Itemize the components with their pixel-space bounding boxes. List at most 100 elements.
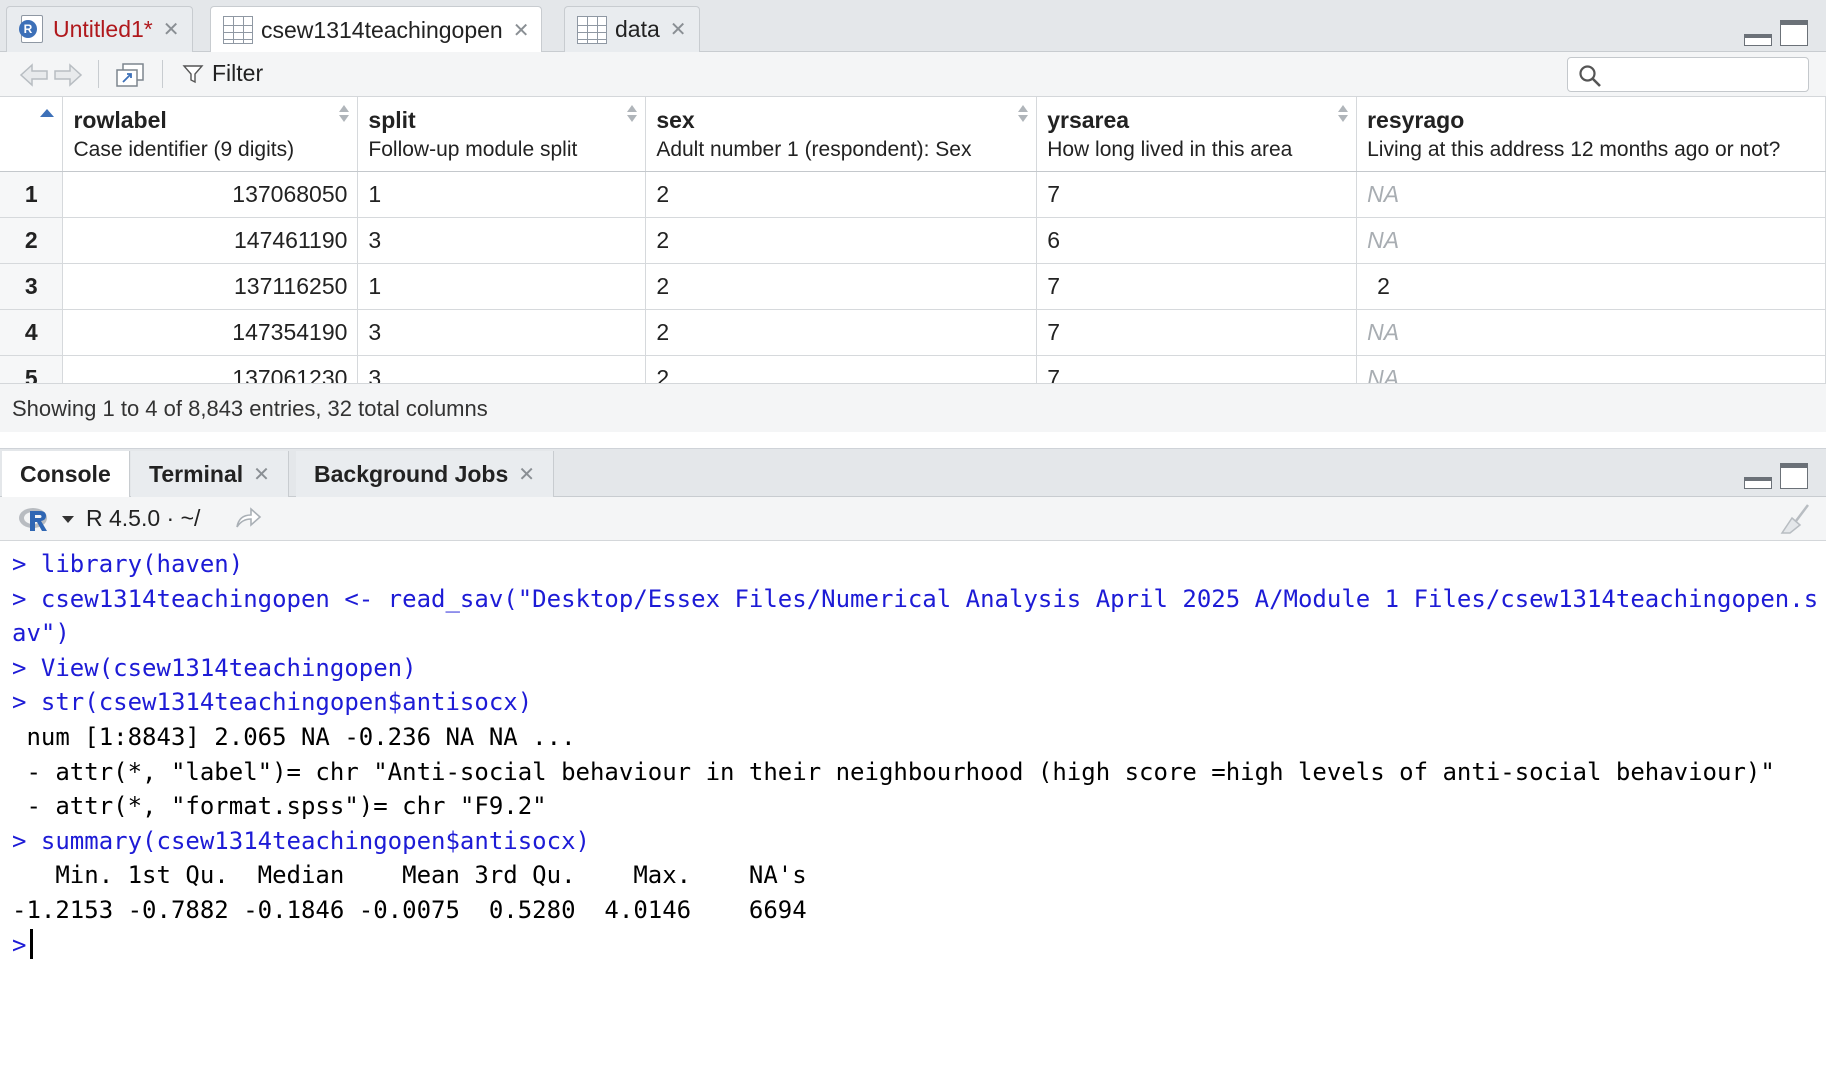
row-number-header[interactable] xyxy=(0,97,64,172)
column-label: Adult number 1 (respondent): Sex xyxy=(656,138,972,161)
cell-resyrago[interactable]: NA xyxy=(1356,309,1826,356)
close-icon[interactable]: ✕ xyxy=(163,17,180,42)
funnel-icon xyxy=(182,64,204,83)
show-in-new-window-icon[interactable] xyxy=(115,62,145,88)
filter-label: Filter xyxy=(212,60,264,86)
console-info-bar: R 4.5.0 · ~/ xyxy=(0,497,1826,541)
cell-resyrago[interactable]: NA xyxy=(1356,171,1826,218)
column-label: How long lived in this area xyxy=(1047,138,1293,161)
row-number: 1 xyxy=(0,171,64,218)
cell-sex[interactable]: 2 xyxy=(645,217,1038,264)
cell-rowlabel[interactable]: 137068050 xyxy=(62,171,359,218)
cell-yrsarea[interactable]: 7 xyxy=(1036,171,1358,218)
column-name: resyrago xyxy=(1367,107,1465,133)
console-line: - attr(*, "label")= chr "Anti-social beh… xyxy=(12,757,1775,786)
pane-window-controls xyxy=(1744,463,1808,489)
maximize-pane-icon[interactable] xyxy=(1780,463,1808,489)
cell-sex[interactable]: 2 xyxy=(645,171,1038,218)
sort-icon[interactable] xyxy=(627,105,638,123)
data-table: rowlabel Case identifier (9 digits) spli… xyxy=(0,97,1826,383)
cell-split[interactable]: 1 xyxy=(357,263,647,310)
data-viewer-pane: R Untitled1* ✕ csew1314teachingopen ✕ da… xyxy=(0,0,1826,432)
cell-yrsarea[interactable]: 7 xyxy=(1036,263,1358,310)
go-to-directory-icon[interactable] xyxy=(234,505,262,531)
column-header-rowlabel[interactable]: rowlabel Case identifier (9 digits) xyxy=(62,97,359,172)
tab-terminal[interactable]: Terminal ✕ xyxy=(131,451,289,497)
console-line: av") xyxy=(12,619,70,648)
cell-resyrago[interactable]: NA xyxy=(1356,217,1826,264)
console-line: > csew1314teachingopen <- read_sav("Desk… xyxy=(12,584,1819,613)
table-row: 1 137068050 1 2 7 NA xyxy=(0,171,1826,218)
cell-sex[interactable]: 2 xyxy=(645,263,1038,310)
sort-icon[interactable] xyxy=(1338,105,1349,123)
forward-arrow-icon[interactable] xyxy=(52,62,84,88)
cell-split[interactable]: 3 xyxy=(357,217,647,264)
minimize-pane-icon[interactable] xyxy=(1744,477,1772,489)
column-name: split xyxy=(368,107,416,133)
close-icon[interactable]: ✕ xyxy=(253,462,270,487)
column-header-yrsarea[interactable]: yrsarea How long lived in this area xyxy=(1036,97,1358,172)
sort-icon[interactable] xyxy=(339,105,350,123)
sort-icon[interactable] xyxy=(1018,105,1029,123)
row-number: 5 xyxy=(0,355,64,383)
cell-resyrago[interactable]: NA xyxy=(1356,355,1826,383)
search-box[interactable] xyxy=(1567,57,1809,92)
search-icon xyxy=(1579,65,1601,87)
console-line: > View(csew1314teachingopen) xyxy=(12,653,417,682)
close-icon[interactable]: ✕ xyxy=(513,18,530,43)
data-grid-icon xyxy=(223,16,253,44)
r-logo-icon[interactable] xyxy=(18,505,52,533)
cell-sex[interactable]: 2 xyxy=(645,355,1038,383)
close-icon[interactable]: ✕ xyxy=(518,462,535,487)
table-row: 4 147354190 3 2 7 NA xyxy=(0,309,1826,356)
minimize-pane-icon[interactable] xyxy=(1744,34,1772,46)
cell-rowlabel[interactable]: 147354190 xyxy=(62,309,359,356)
r-version-path: R 4.5.0 · ~/ xyxy=(86,505,201,531)
editor-tab-bar: R Untitled1* ✕ csew1314teachingopen ✕ da… xyxy=(0,0,1826,53)
cell-yrsarea[interactable]: 6 xyxy=(1036,217,1358,264)
column-label: Case identifier (9 digits) xyxy=(73,138,295,161)
console-prompt: > xyxy=(12,930,27,959)
column-label: Follow-up module split xyxy=(368,138,578,161)
cell-resyrago[interactable]: 2 xyxy=(1356,263,1826,310)
cell-rowlabel[interactable]: 147461190 xyxy=(62,217,359,264)
cell-split[interactable]: 3 xyxy=(357,309,647,356)
cell-split[interactable]: 3 xyxy=(357,355,647,383)
clear-console-icon[interactable] xyxy=(1778,503,1814,535)
column-name: rowlabel xyxy=(73,107,167,133)
console-line: num [1:8843] 2.065 NA -0.236 NA NA ... xyxy=(12,722,576,751)
column-header-sex[interactable]: sex Adult number 1 (respondent): Sex xyxy=(645,97,1038,172)
filter-button[interactable]: Filter xyxy=(182,60,263,87)
console-output[interactable]: > library(haven) > csew1314teachingopen … xyxy=(0,541,1826,1081)
column-header-split[interactable]: split Follow-up module split xyxy=(357,97,647,172)
column-label: Living at this address 12 months ago or … xyxy=(1367,138,1781,161)
tab-background-jobs[interactable]: Background Jobs ✕ xyxy=(296,451,555,497)
tab-title: Untitled1* xyxy=(53,16,153,42)
column-header-resyrago[interactable]: resyrago Living at this address 12 month… xyxy=(1356,97,1826,172)
history-nav xyxy=(18,62,84,88)
cell-rowlabel[interactable]: 137116250 xyxy=(62,263,359,310)
text-cursor xyxy=(30,928,34,959)
toolbar-separator xyxy=(98,60,99,88)
chevron-down-icon[interactable] xyxy=(62,516,74,523)
console-line: > library(haven) xyxy=(12,550,244,578)
cell-split[interactable]: 1 xyxy=(357,171,647,218)
tab-title: Console xyxy=(20,460,111,487)
tab-console[interactable]: Console xyxy=(2,451,130,497)
tab-untitled1[interactable]: R Untitled1* ✕ xyxy=(6,6,193,52)
cell-sex[interactable]: 2 xyxy=(645,309,1038,356)
maximize-pane-icon[interactable] xyxy=(1780,20,1808,46)
cell-yrsarea[interactable]: 7 xyxy=(1036,309,1358,356)
back-arrow-icon[interactable] xyxy=(18,62,50,88)
table-row: 3 137116250 1 2 7 2 xyxy=(0,263,1826,310)
tab-data[interactable]: data ✕ xyxy=(564,6,700,52)
table-row: 2 147461190 3 2 6 NA xyxy=(0,217,1826,264)
close-icon[interactable]: ✕ xyxy=(670,17,687,42)
column-name: yrsarea xyxy=(1047,107,1130,133)
tab-title: Background Jobs xyxy=(314,460,509,487)
console-line: > str(csew1314teachingopen$antisocx) xyxy=(12,688,533,717)
tab-csew1314teachingopen[interactable]: csew1314teachingopen ✕ xyxy=(210,6,543,53)
cell-rowlabel[interactable]: 137061230 xyxy=(62,355,359,383)
cell-yrsarea[interactable]: 7 xyxy=(1036,355,1358,383)
search-input[interactable] xyxy=(1612,62,1802,88)
